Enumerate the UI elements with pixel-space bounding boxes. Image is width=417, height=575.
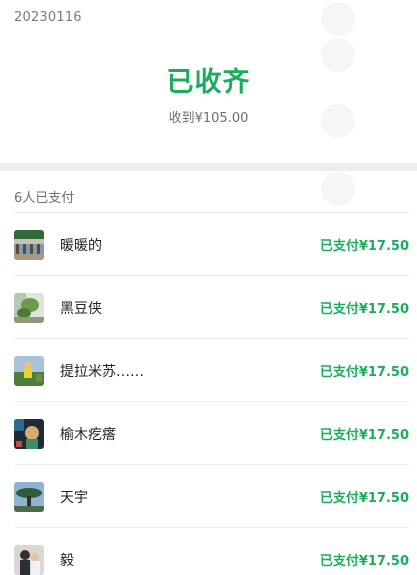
avatar-photo-plant-icon[interactable]	[14, 293, 44, 323]
payment-row[interactable]: 黑豆侠 已支付¥17.50	[14, 275, 409, 338]
payment-date: 20230116	[14, 10, 82, 25]
payment-list: 暖暖的 已支付¥17.50 黑豆侠 已支付¥17.50 提拉米苏…… 已支付¥1…	[0, 212, 417, 575]
payment-status-amount: 已支付¥17.50	[319, 365, 409, 380]
payment-status-amount: 已支付¥17.50	[319, 491, 409, 506]
section-divider	[0, 163, 417, 171]
payment-status-amount: 已支付¥17.50	[319, 302, 409, 317]
payer-name: 榆木疙瘩	[60, 427, 116, 443]
avatar-photo-tree-icon[interactable]	[14, 482, 44, 512]
payment-row[interactable]: 暖暖的 已支付¥17.50	[14, 212, 409, 275]
payment-row[interactable]: 提拉米苏…… 已支付¥17.50	[14, 338, 409, 401]
payment-status-amount: 已支付¥17.50	[319, 554, 409, 569]
avatar-photo-person-icon[interactable]	[14, 356, 44, 386]
payer-name: 天宇	[60, 490, 88, 506]
avatar-photo-character-icon[interactable]	[14, 419, 44, 449]
received-amount: 收到¥105.00	[168, 111, 249, 126]
payer-name: 毅	[60, 553, 74, 569]
watermark-decoration	[321, 172, 355, 206]
status-title: 已收齐	[166, 67, 251, 98]
payment-row[interactable]: 天宇 已支付¥17.50	[14, 464, 409, 527]
avatar-photo-people-icon[interactable]	[14, 545, 44, 575]
payment-row[interactable]: 毅 已支付¥17.50	[14, 527, 409, 575]
payer-name: 暖暖的	[60, 238, 102, 254]
watermark-decoration	[321, 2, 355, 36]
payer-name: 黑豆侠	[60, 301, 102, 317]
payment-status-amount: 已支付¥17.50	[319, 239, 409, 254]
avatar-photo-building-icon[interactable]	[14, 230, 44, 260]
payment-row[interactable]: 榆木疙瘩 已支付¥17.50	[14, 401, 409, 464]
paid-count-label: 6人已支付	[14, 191, 75, 206]
group-payment-page: 20230116 已收齐 收到¥105.00 6人已支付 暖暖的 已支付¥17.…	[0, 0, 417, 575]
payment-status-amount: 已支付¥17.50	[319, 428, 409, 443]
payer-name: 提拉米苏……	[60, 364, 144, 380]
